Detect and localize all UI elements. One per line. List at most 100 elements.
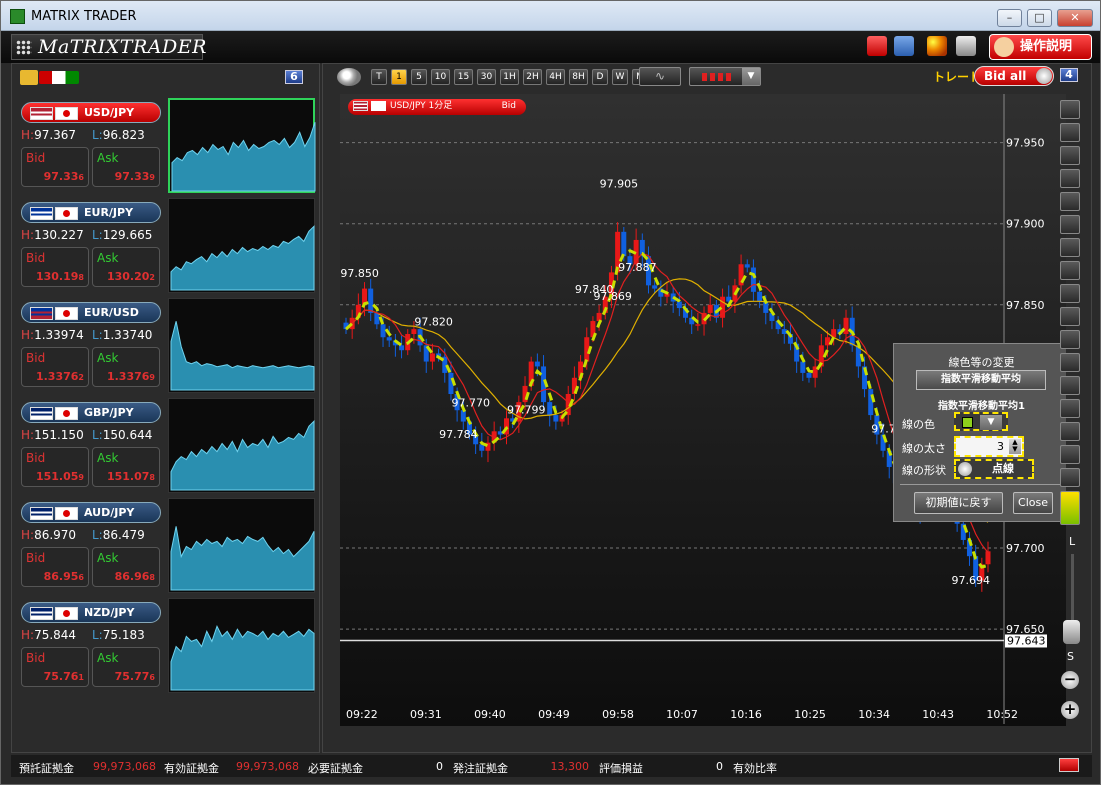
flag-icon[interactable] bbox=[1060, 146, 1080, 165]
color-icon[interactable] bbox=[1060, 491, 1080, 525]
ask-button[interactable]: Ask 97.339 bbox=[92, 147, 160, 187]
pair-selector[interactable]: USD/JPY bbox=[21, 102, 161, 123]
hline-icon[interactable] bbox=[1060, 284, 1080, 303]
eraser-icon[interactable] bbox=[1060, 445, 1080, 464]
low-value: 86.479 bbox=[102, 528, 145, 542]
chart-type-select[interactable]: ▼ bbox=[689, 67, 761, 86]
sparkline-area bbox=[170, 625, 315, 691]
chart-count-badge[interactable]: 4 bbox=[1060, 68, 1078, 82]
chevron-down-icon[interactable]: ▼ bbox=[980, 415, 1002, 430]
ask-button[interactable]: Ask 86.968 bbox=[92, 547, 160, 587]
pair-selector[interactable]: AUD/JPY bbox=[21, 502, 161, 523]
zoom-slider-handle[interactable] bbox=[1063, 620, 1080, 644]
pair-card[interactable]: EUR/JPY H:130.227 L:129.665 Bid 130.198 Ask 13… bbox=[18, 197, 317, 293]
pair-card[interactable]: AUD/JPY H:86.970 L:86.479 Bid 86.956 Ask 86.96… bbox=[18, 497, 317, 593]
crosshair-icon[interactable] bbox=[1060, 238, 1080, 257]
low-key: L: bbox=[92, 328, 103, 342]
bid-label: Bid bbox=[26, 351, 46, 365]
channel-icon[interactable] bbox=[1060, 353, 1080, 372]
stepper-arrows-icon[interactable]: ▲ ▼ bbox=[1009, 439, 1021, 454]
expand-icon[interactable] bbox=[1059, 758, 1079, 772]
price-chart[interactable]: 97.950 97.900 97.850 97.700 97.650 97.643 97.8… bbox=[340, 94, 1066, 726]
bid-button[interactable]: Bid 151.059 bbox=[21, 447, 89, 487]
mini-chart[interactable] bbox=[168, 98, 316, 193]
fib-icon[interactable] bbox=[1060, 376, 1080, 395]
ask-button[interactable]: Ask 130.202 bbox=[92, 247, 160, 287]
pair-selector[interactable]: NZD/JPY bbox=[21, 602, 161, 623]
base-flag-icon bbox=[30, 107, 53, 120]
ask-button[interactable]: Ask 151.078 bbox=[92, 447, 160, 487]
timeframe-t[interactable]: T bbox=[371, 69, 387, 85]
triangle-icon[interactable] bbox=[1060, 123, 1080, 142]
x-tick-label: 10:07 bbox=[666, 708, 698, 721]
timeframe-30[interactable]: 30 bbox=[477, 69, 496, 85]
mini-chart[interactable] bbox=[168, 198, 315, 293]
pair-selector[interactable]: GBP/JPY bbox=[21, 402, 161, 423]
timeframe-1[interactable]: 1 bbox=[391, 69, 407, 85]
bid-button[interactable]: Bid 1.33762 bbox=[21, 347, 89, 387]
palette-icon[interactable] bbox=[927, 36, 947, 56]
ask-button[interactable]: Ask 1.33769 bbox=[92, 347, 160, 387]
ask-button[interactable]: Ask 75.776 bbox=[92, 647, 160, 687]
folder-icon[interactable] bbox=[20, 70, 38, 85]
bid-main: 97.33 bbox=[43, 170, 79, 183]
bid-button[interactable]: Bid 86.956 bbox=[21, 547, 89, 587]
mini-chart[interactable] bbox=[168, 298, 315, 393]
timeframe-w[interactable]: W bbox=[612, 69, 628, 85]
trash-icon[interactable] bbox=[1060, 468, 1080, 487]
wave-icon[interactable] bbox=[1060, 330, 1080, 349]
mini-chart[interactable] bbox=[168, 398, 315, 493]
toolbox-icon[interactable] bbox=[867, 36, 887, 56]
timeframe-15[interactable]: 15 bbox=[454, 69, 473, 85]
pair-selector[interactable]: EUR/USD bbox=[21, 302, 161, 323]
pair-card[interactable]: EUR/USD H:1.33974 L:1.33740 Bid 1.33762 Ask 1.… bbox=[18, 297, 317, 393]
timeframe-1h[interactable]: 1H bbox=[500, 69, 519, 85]
low-price: L:150.644 bbox=[92, 428, 152, 442]
reset-defaults-button[interactable]: 初期値に戻す bbox=[914, 492, 1003, 514]
line-color-picker[interactable]: ▼ bbox=[954, 412, 1008, 431]
text-icon[interactable] bbox=[1060, 422, 1080, 441]
line-style-toggle[interactable]: 点線 bbox=[954, 459, 1034, 479]
timeframe-10[interactable]: 10 bbox=[431, 69, 450, 85]
bid-button[interactable]: Bid 130.198 bbox=[21, 247, 89, 287]
pair-selector[interactable]: EUR/JPY bbox=[21, 202, 161, 223]
fan-icon[interactable] bbox=[1060, 399, 1080, 418]
trendline-icon[interactable] bbox=[1060, 261, 1080, 280]
mini-chart[interactable] bbox=[168, 498, 315, 593]
high-price: H:86.970 bbox=[21, 528, 76, 542]
save-icon[interactable] bbox=[894, 36, 914, 56]
timeframe-8h[interactable]: 8H bbox=[569, 69, 588, 85]
bell-icon[interactable] bbox=[1060, 169, 1080, 188]
bid-button[interactable]: Bid 97.336 bbox=[21, 147, 89, 187]
candle-body bbox=[411, 329, 417, 334]
close-button[interactable]: ✕ bbox=[1057, 9, 1093, 27]
maximize-button[interactable]: □ bbox=[1027, 9, 1052, 27]
panel-count-badge[interactable]: 6 bbox=[285, 70, 303, 84]
indicator-button[interactable]: 指数平滑移動平均 bbox=[916, 370, 1046, 390]
pair-card[interactable]: USD/JPY H:97.367 L:96.823 Bid 97.336 Ask 97.33… bbox=[18, 97, 317, 193]
pair-card[interactable]: GBP/JPY H:151.150 L:150.644 Bid 151.059 Ask 15… bbox=[18, 397, 317, 493]
print-icon[interactable] bbox=[956, 36, 976, 56]
zoom-in-button[interactable]: + bbox=[1061, 701, 1079, 719]
pair-card[interactable]: NZD/JPY H:75.844 L:75.183 Bid 75.761 Ask 75.77… bbox=[18, 597, 317, 693]
mini-chart[interactable] bbox=[168, 598, 315, 693]
cursor-icon[interactable] bbox=[1060, 215, 1080, 234]
bid-button[interactable]: Bid 75.761 bbox=[21, 647, 89, 687]
dialog-close-button[interactable]: Close bbox=[1013, 492, 1053, 514]
chart-icon[interactable] bbox=[1060, 192, 1080, 211]
timeframe-5[interactable]: 5 bbox=[411, 69, 427, 85]
zoom-out-button[interactable]: − bbox=[1061, 671, 1079, 689]
timeframe-2h[interactable]: 2H bbox=[523, 69, 542, 85]
minimize-button[interactable]: – bbox=[997, 9, 1022, 27]
line-width-stepper[interactable]: 3 ▲ ▼ bbox=[954, 436, 1024, 457]
timeframe-4h[interactable]: 4H bbox=[546, 69, 565, 85]
magnifier-icon[interactable] bbox=[337, 68, 361, 86]
info-icon[interactable] bbox=[1060, 100, 1080, 119]
line-chart-icon[interactable]: ∿ bbox=[639, 67, 681, 86]
currency-flags-icon[interactable] bbox=[39, 71, 79, 84]
vline-icon[interactable] bbox=[1060, 307, 1080, 326]
status-bar: 預託証拠金 99,973,068 有効証拠金 99,973,068 必要証拠金 … bbox=[11, 755, 1092, 777]
timeframe-d[interactable]: D bbox=[592, 69, 608, 85]
bid-all-toggle[interactable]: Bid all bbox=[974, 66, 1054, 86]
help-button[interactable]: 操作説明 bbox=[989, 34, 1092, 60]
